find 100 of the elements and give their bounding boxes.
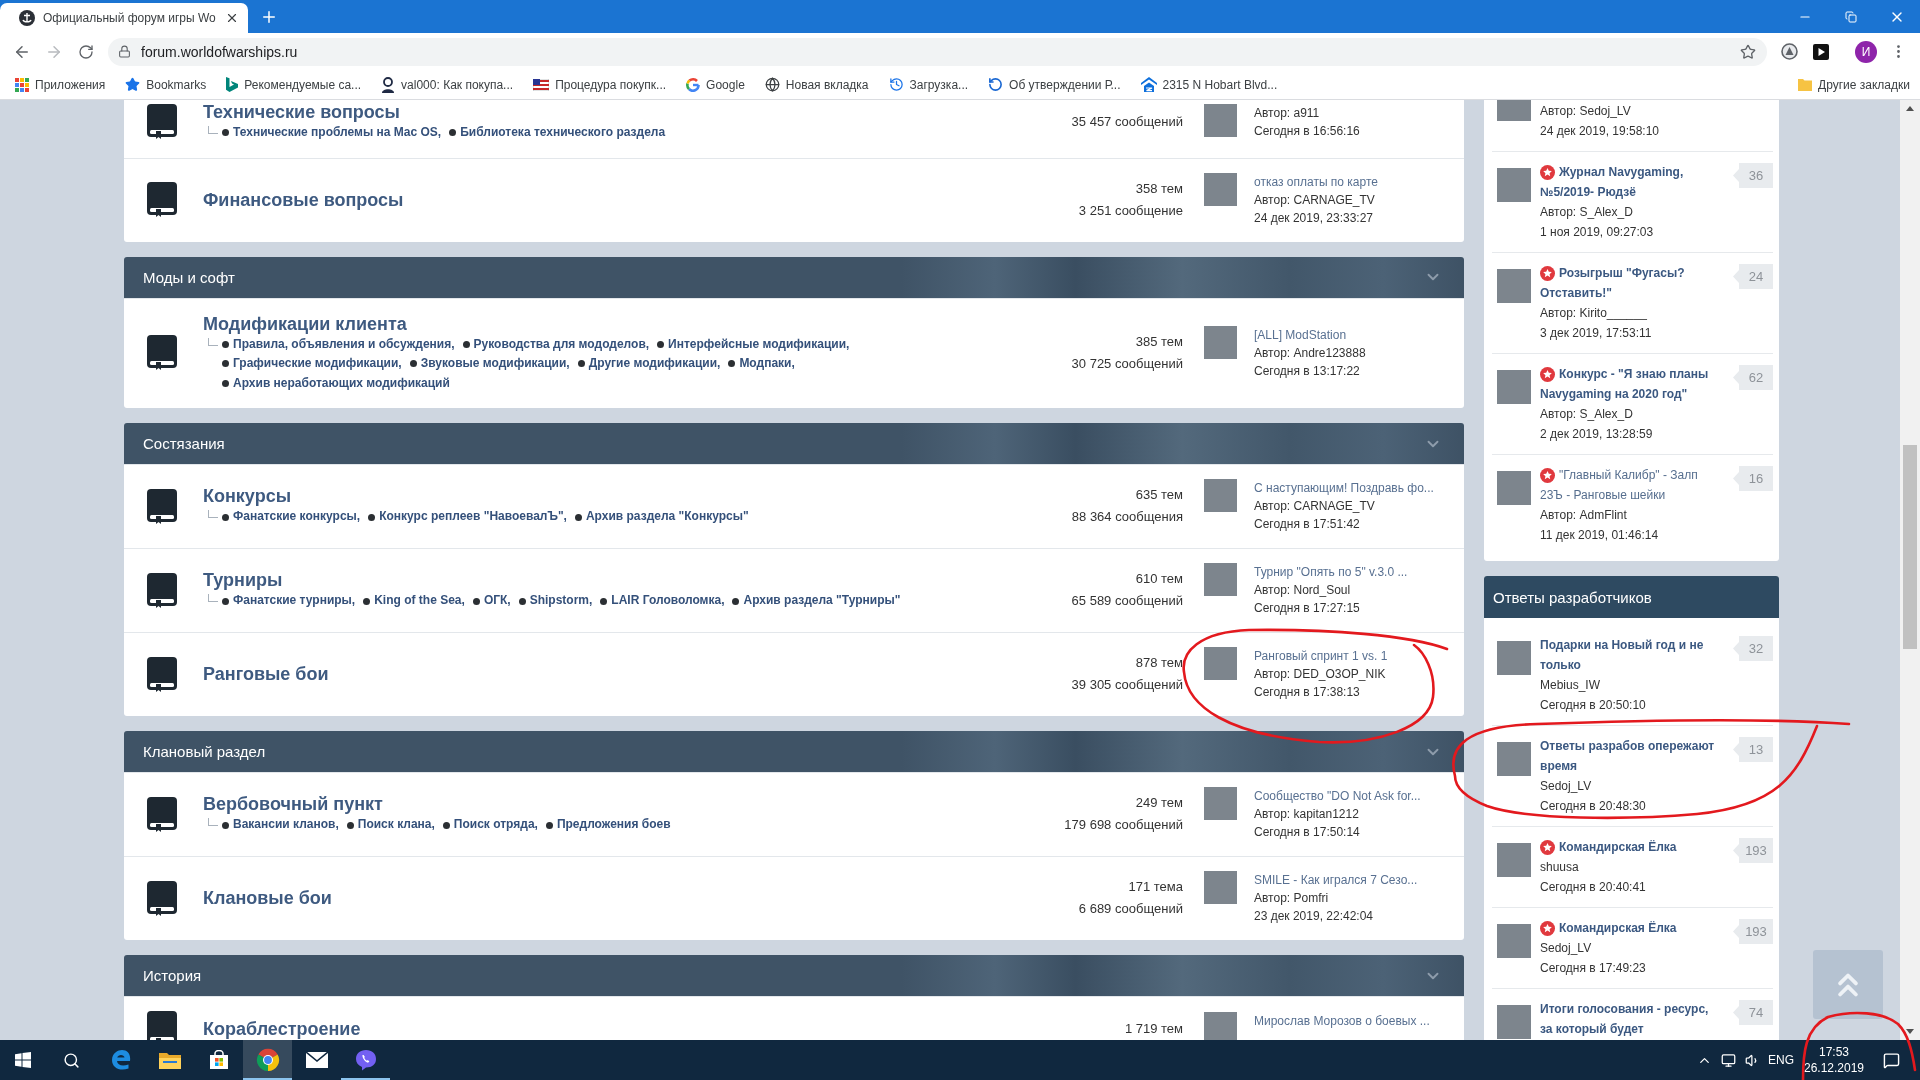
topic-link[interactable]: Мирослав Морозов о боевых ... [1254, 1012, 1430, 1030]
browser-tab[interactable]: Официальный форум игры Wo [0, 3, 248, 33]
bookmark-link[interactable]: Google [686, 77, 745, 92]
topic-link[interactable]: Конкурс - "Я знаю планы Navygaming на 2020 год" [1540, 364, 1717, 404]
topic-link[interactable]: Командирская Ёлка [1540, 837, 1717, 857]
bookmark-link[interactable]: Процедура покупк... [533, 77, 667, 92]
forum-title[interactable]: Клановые бои [203, 887, 332, 909]
subforum-link[interactable]: Архив неработающих модификаций [233, 373, 450, 393]
forum-title[interactable]: Турниры [203, 569, 283, 592]
subforum-link[interactable]: Библиотека технического раздела [460, 123, 666, 143]
subforum-link[interactable]: Поиск отряда, [453, 815, 538, 835]
clock-time[interactable]: 17:53 [1819, 1044, 1849, 1060]
scroll-up-arrow-icon[interactable] [1906, 106, 1914, 111]
forum-title[interactable]: Конкурсы [203, 485, 291, 508]
scrollbar-thumb[interactable] [1903, 445, 1917, 649]
topic-link[interactable]: С наступающим! Поздравь фо... [1254, 479, 1434, 497]
topic-link[interactable]: Сообщество "DO Not Ask for... [1254, 787, 1421, 805]
subforum-link[interactable]: Звуковые модификации, [420, 354, 570, 374]
lock-icon [118, 45, 131, 58]
subforum-link[interactable]: Вакансии кланов, [233, 815, 339, 835]
subforum-link[interactable]: King of the Sea, [374, 591, 465, 611]
close-icon[interactable] [225, 11, 239, 25]
network-icon[interactable] [1720, 1052, 1736, 1068]
bookmark-link[interactable]: val000: Как покупа... [381, 76, 514, 93]
post-count: 88 364 сообщения [1071, 508, 1183, 526]
topic-link[interactable]: Итоги голосования - ресурс, за который будет [1540, 999, 1717, 1039]
forum-title[interactable]: Кораблестроение [203, 1017, 361, 1040]
folder-icon [1798, 78, 1813, 91]
post-date: Сегодня в 13:17:22 [1254, 362, 1361, 380]
subforum-link[interactable]: Архив раздела "Конкурсы" [585, 507, 749, 527]
address-field[interactable]: forum.worldofwarships.ru [108, 37, 1767, 66]
subforum-link[interactable]: Shipstorm, [529, 591, 593, 611]
bookmark-link[interactable]: Bookmarks [125, 77, 207, 92]
subforum-link[interactable]: LAIR Головоломка, [611, 591, 725, 611]
author-text: Sedoj_LV [1540, 778, 1593, 795]
avatar-placeholder [1204, 103, 1237, 137]
forum-title[interactable]: Финансовые вопросы [203, 188, 404, 211]
topic-link[interactable]: отказ оплаты по карте [1254, 172, 1378, 191]
subforum-link[interactable]: Руководства для мододелов, [473, 334, 650, 354]
subforum-link[interactable]: Конкурс реплеев "НавоевалЪ", [379, 507, 567, 527]
subforum-link[interactable]: Технические проблемы на Mac OS, [233, 123, 442, 143]
clock-date[interactable]: 26.12.2019 [1803, 1060, 1865, 1076]
scroll-to-top-button[interactable] [1813, 950, 1883, 1019]
topic-link[interactable]: [ALL] ModStation [1254, 325, 1366, 344]
forum-title[interactable]: Технические вопросы [203, 101, 400, 123]
subforum-link[interactable]: Поиск клана, [357, 815, 435, 835]
topic-count: 385 тем [1135, 332, 1183, 351]
play-square-icon[interactable] [1813, 43, 1829, 60]
topic-link[interactable]: Подарки на Новый год и не только [1540, 635, 1717, 675]
search-icon[interactable] [62, 1051, 80, 1069]
topic-link[interactable]: Ранговый спринт 1 vs. 1 [1254, 647, 1388, 665]
subforum-link[interactable]: Архив раздела "Турниры" [743, 591, 901, 611]
bookmark-link[interactable]: Приложения [15, 77, 106, 92]
topic-count: 635 тем [1135, 486, 1183, 504]
topic-link[interactable]: SMILE - Как игрался 7 Сезо... [1254, 871, 1418, 889]
triangle-circle-icon[interactable] [1780, 43, 1798, 60]
author-text: Автор: CARNAGE_TV [1254, 191, 1376, 209]
restore-icon[interactable] [1845, 10, 1857, 23]
reply-count: 16 [1733, 466, 1773, 491]
start-icon[interactable] [15, 1052, 31, 1068]
bookmark-link[interactable]: Другие закладки [1798, 77, 1910, 92]
scrollbar[interactable] [1900, 100, 1920, 1040]
scroll-down-arrow-icon[interactable] [1906, 1029, 1914, 1034]
bullet-icon [462, 340, 470, 348]
globe-icon [764, 77, 780, 92]
forum-title[interactable]: Модификации клиента [203, 312, 407, 335]
profile-button[interactable]: И [1855, 40, 1877, 63]
topic-link[interactable]: "Главный Калибр" - Залп 23Ъ - Ранговые шейки [1540, 465, 1717, 505]
bookmark-star-icon[interactable] [1740, 43, 1756, 60]
topic-link[interactable]: Журнал Navygaming, №5/2019- Рюдзё [1540, 162, 1717, 202]
bookmark-link[interactable]: Загрузка... [888, 77, 969, 92]
topic-link[interactable]: Ответы разрабов опережают время [1540, 736, 1717, 776]
subforum-link[interactable]: Фанатские конкурсы, [233, 507, 361, 527]
notification-icon[interactable] [1882, 1051, 1900, 1069]
topic-link[interactable]: Командирская Ёлка [1540, 918, 1717, 938]
reply-count: 32 [1733, 636, 1773, 661]
avatar-placeholder [1497, 370, 1531, 404]
bookmark-link[interactable]: 2315 N Hobart Blvd... [1140, 77, 1278, 92]
forum-title[interactable]: Вербовочный пункт [203, 793, 383, 816]
bookmark-link[interactable]: Об утверждении Р... [988, 77, 1121, 92]
topic-link[interactable]: Турнир "Опять по 5" v.3.0 ... [1254, 563, 1408, 581]
subforum-link[interactable]: Графические модификации, [233, 354, 402, 374]
subforum-link[interactable]: Модпаки, [739, 354, 795, 374]
language-indicator[interactable]: ENG [1764, 1040, 1798, 1080]
subforum-link[interactable]: ОГК, [483, 591, 511, 611]
avatar-placeholder [1497, 924, 1531, 958]
forum-title[interactable]: Ранговые бои [203, 663, 329, 685]
reload-icon[interactable] [78, 43, 94, 60]
bullet-icon [363, 597, 371, 605]
subforum-link[interactable]: Фанатские турниры, [233, 591, 356, 611]
reply-count: 193 [1733, 838, 1773, 863]
bookmark-link[interactable]: Новая вкладка [764, 77, 869, 92]
subforum-link[interactable]: Правила, объявления и обсуждения, [233, 334, 455, 354]
book-icon [147, 488, 177, 524]
subforum-link[interactable]: Предложения боев [556, 815, 671, 835]
subforum-link[interactable]: Интерфейсные модификации, [668, 334, 850, 354]
bookmark-link[interactable]: Рекомендуемые са... [226, 77, 362, 92]
topic-link[interactable]: Розыгрыш "Фугасы? Отставить!" [1540, 263, 1717, 303]
person-icon [381, 76, 396, 93]
subforum-link[interactable]: Другие модификации, [588, 354, 721, 374]
